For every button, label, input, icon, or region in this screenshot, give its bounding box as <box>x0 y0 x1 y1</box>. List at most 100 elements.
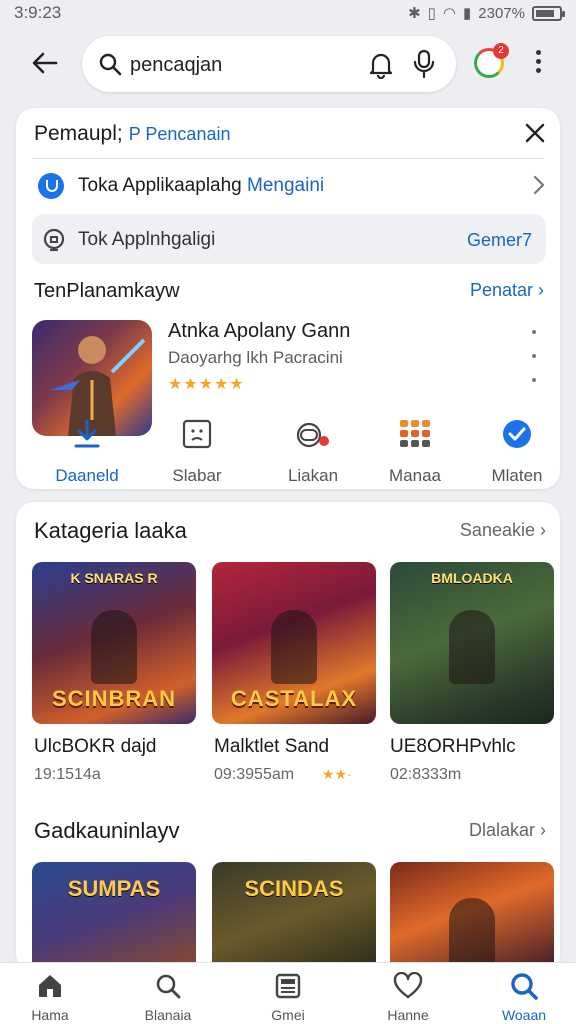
download-arrow-icon <box>74 419 100 448</box>
game-tile[interactable] <box>390 862 554 972</box>
chevron-right-icon <box>533 175 545 195</box>
face-icon <box>182 419 212 449</box>
avatar[interactable]: 2 <box>474 43 509 78</box>
tile-character <box>449 898 495 972</box>
app-suggestion-label: Tok Applnhgaligi <box>78 229 216 250</box>
game-tile[interactable]: K SNARAS R SCINBRAN <box>32 562 196 724</box>
notification-bell-icon[interactable] <box>368 51 394 79</box>
top-search-row: pencaqjan 2 <box>0 34 576 94</box>
search-suggestions-card: Pemaupl; P Pencanain Toka Applikaaplahg M… <box>16 108 560 489</box>
verified-icon <box>503 420 531 448</box>
heart-icon <box>393 972 423 999</box>
chevron-right-icon: › <box>540 820 546 840</box>
nav-search[interactable]: Blanaia <box>128 971 208 1023</box>
tile-art-title: SUMPAS <box>67 876 161 901</box>
search-active-icon <box>511 973 538 1000</box>
tile-name: Malktlet Sand <box>214 736 330 757</box>
nav-label: Woaan <box>501 1007 547 1023</box>
category-section-link[interactable]: Dlalakar › <box>469 820 546 841</box>
card-title-text: Pemaupl; <box>34 122 123 145</box>
more-options-icon[interactable] <box>534 50 542 76</box>
close-icon[interactable] <box>524 122 546 144</box>
microphone-icon[interactable] <box>412 49 436 79</box>
app-suggestion-icon <box>43 228 65 251</box>
action-gamepad[interactable]: Liakan <box>258 414 368 486</box>
game-tile[interactable]: CASTALAX <box>212 562 376 724</box>
game-subtitle: Daoyarhg lkh Pacracini <box>168 348 343 367</box>
game-title[interactable]: Atnka Apolany Gann <box>168 320 350 343</box>
tile-art-title: CASTALAX <box>230 686 358 711</box>
tile-name: UE8ORHPvhlc <box>390 736 516 757</box>
grid-icon <box>400 420 430 447</box>
game-tile[interactable]: BMLOADKA <box>390 562 554 724</box>
chevron-right-icon: › <box>540 520 546 540</box>
action-label: Daaneld <box>55 466 119 485</box>
tile-character <box>271 610 317 684</box>
action-verified[interactable]: Mlaten <box>462 414 572 486</box>
quick-actions-row: Daaneld Slabar Liakan Manaa Mlaten <box>16 414 560 486</box>
battery-percent: 2307% <box>478 4 525 22</box>
action-label: Slabar <box>172 466 222 485</box>
search-bar[interactable]: pencaqjan <box>82 36 456 92</box>
tile-meta: 02:8333m <box>390 766 462 783</box>
nav-label: Blanaia <box>144 1007 192 1023</box>
category-section-link-text: Saneakie <box>459 520 535 540</box>
section-link[interactable]: Penatar › <box>470 280 544 301</box>
battery-icon <box>532 5 565 21</box>
nav-search-active[interactable]: Woaan <box>484 971 564 1023</box>
tile-art-top-text: K SNARAS R <box>70 570 158 586</box>
game-more-options-icon[interactable] <box>532 330 538 402</box>
app-suggestion-value: Gemer7 <box>466 230 532 250</box>
status-bar: 3:9:23 ✱ ▯ ◠ ▮ 2307% <box>0 0 576 26</box>
category-section-link-text: Dlalakar <box>468 820 535 840</box>
home-icon <box>39 975 61 997</box>
tile-character <box>91 610 137 684</box>
search-input[interactable]: pencaqjan <box>130 54 222 77</box>
vibrate-icon: ▯ <box>427 5 436 22</box>
store-suggestion-label: Toka Applikaaplahg <box>78 175 242 196</box>
tile-rating-stars: ★★· <box>322 766 352 782</box>
category-section-title: Gadkauninlayv <box>34 818 180 843</box>
game-tile[interactable]: SUMPAS <box>32 862 196 972</box>
download-icon <box>32 414 142 454</box>
categories-card: Katageria laaka Saneakie › K SNARAS R SC… <box>16 502 560 972</box>
action-label: Mlaten <box>491 466 543 485</box>
action-grid[interactable]: Manaa <box>360 414 470 486</box>
status-icons: ✱ ▯ ◠ ▮ 2307% <box>408 4 565 22</box>
section-title: TenPlanamkayw <box>34 280 180 302</box>
back-arrow-icon[interactable] <box>30 48 60 78</box>
nav-home[interactable]: Hama <box>10 971 90 1023</box>
nav-label: Gmei <box>271 1007 305 1023</box>
nav-label: Hama <box>31 1007 69 1023</box>
store-suggestion-text: Toka Applikaaplahg Mengaini <box>78 175 324 197</box>
battery-fill <box>536 9 554 17</box>
game-rating-stars: ★★★★★ <box>168 376 245 393</box>
action-label: Manaa <box>389 466 441 485</box>
search-icon <box>156 974 181 999</box>
action-face[interactable]: Slabar <box>142 414 252 486</box>
action-download[interactable]: Daaneld <box>32 414 142 486</box>
chevron-right-icon: › <box>538 280 544 300</box>
tile-art-top-text: BMLOADKA <box>431 570 513 586</box>
store-suggestion-link: Mengaini <box>247 175 325 196</box>
nav-label: Hanne <box>387 1007 429 1023</box>
bluetooth-icon: ✱ <box>408 5 421 22</box>
tile-art-title: SCINDAS <box>244 876 344 901</box>
store-logo-icon <box>38 173 64 199</box>
bottom-navigation: Hama Blanaia Gmei Hanne Woaan <box>0 962 576 1024</box>
category-section-link[interactable]: Saneakie › <box>460 520 546 541</box>
store-suggestion-row[interactable]: Toka Applikaaplahg Mengaini <box>32 170 550 200</box>
nav-news[interactable]: Gmei <box>248 971 328 1023</box>
card-title: Pemaupl; P Pencanain <box>34 122 230 146</box>
tile-meta: 19:1514a <box>34 766 101 783</box>
card-title-link[interactable]: P Pencanain <box>129 124 231 144</box>
tile-meta: 09:3955am <box>214 766 295 783</box>
nav-favorites[interactable]: Hanne <box>368 971 448 1023</box>
status-time: 3:9:23 <box>14 3 62 22</box>
app-suggestion-pill[interactable]: Tok Applnhgaligi Gemer7 <box>32 214 546 264</box>
avatar-notification-badge: 2 <box>493 43 509 59</box>
tile-character <box>449 610 495 684</box>
game-tile[interactable]: SCINDAS <box>212 862 376 972</box>
tile-art-title: SCINBRAN <box>51 686 177 711</box>
tile-name: UlcBOKR dajd <box>34 736 157 757</box>
